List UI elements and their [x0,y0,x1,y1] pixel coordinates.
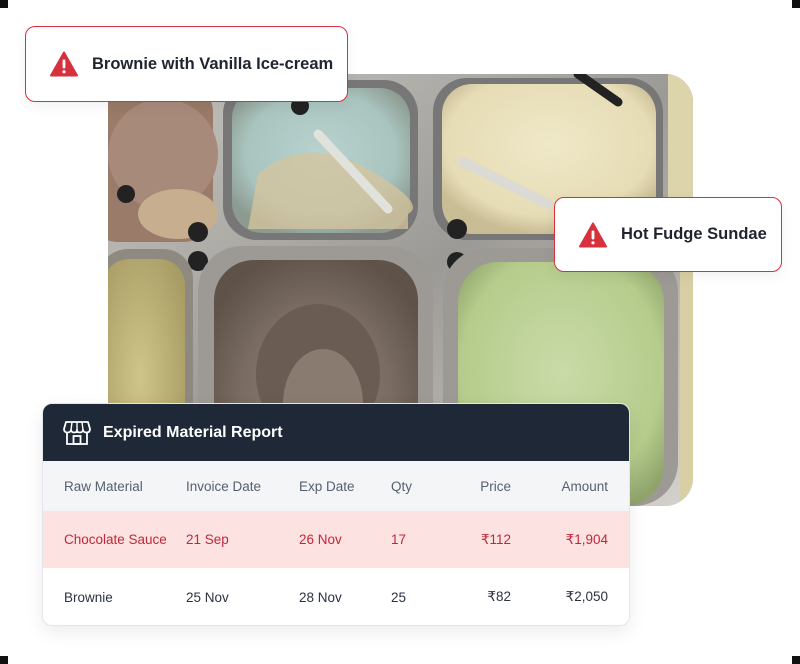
alert-label: Hot Fudge Sundae [621,225,767,243]
alert-label: Brownie with Vanilla Ice-cream [92,54,334,73]
cell-invoice-date: 25 Nov [186,589,229,605]
cell-material: Chocolate Sauce [64,532,167,547]
table-row: Brownie 25 Nov 28 Nov 25 ₹82 ₹2,050 [43,568,629,625]
expired-alert-card: Brownie with Vanilla Ice-cream [25,26,348,102]
column-header: Price [480,478,511,494]
column-header: Raw Material [64,478,143,494]
cell-exp-date: 26 Nov [299,532,342,547]
cell-price: ₹82 [487,589,511,604]
cell-material: Brownie [64,589,113,605]
store-icon [63,420,91,445]
expired-alert-card: Hot Fudge Sundae [554,197,782,272]
column-header: Exp Date [299,478,355,494]
corner-mark [792,0,800,8]
column-header: Amount [561,478,608,494]
cell-price: ₹112 [480,531,511,547]
warning-icon [50,51,78,77]
cell-qty: 17 [391,532,407,547]
cell-qty: 25 [391,589,407,605]
cell-exp-date: 28 Nov [299,589,342,605]
column-header: Invoice Date [186,478,262,494]
cell-invoice-date: 21 Sep [186,532,229,547]
cell-amount: ₹2,050 [565,589,608,604]
report-title: Expired Material Report [103,423,283,441]
table-header-row: Raw Material Invoice Date Exp Date Qty P… [43,461,629,511]
expired-material-report: Expired Material Report Raw Material Inv… [42,403,630,626]
cell-amount: ₹1,904 [565,531,608,547]
warning-icon [579,222,607,247]
report-table: Raw Material Invoice Date Exp Date Qty P… [43,461,629,625]
corner-mark [0,0,8,8]
table-row-expired: Chocolate Sauce 21 Sep 26 Nov 17 ₹112 ₹1… [43,511,629,568]
corner-mark [0,656,8,664]
column-header: Qty [391,478,413,494]
corner-mark [792,656,800,664]
report-header: Expired Material Report [43,404,629,461]
